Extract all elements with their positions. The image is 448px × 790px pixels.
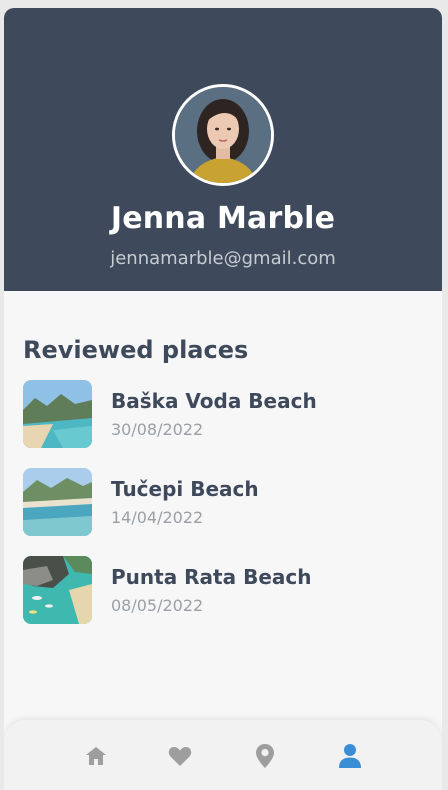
place-thumbnail [23, 556, 92, 624]
place-name: Baška Voda Beach [111, 389, 317, 413]
heart-icon [168, 746, 192, 766]
user-icon [339, 744, 361, 768]
home-icon [86, 747, 106, 765]
place-date: 14/04/2022 [111, 508, 204, 527]
profile-header: Jenna Marble jennamarble@gmail.com [4, 8, 442, 291]
location-pin-icon [256, 744, 274, 768]
section-title: Reviewed places [23, 336, 249, 364]
nav-favorites-button[interactable] [162, 738, 198, 774]
profile-name: Jenna Marble [110, 201, 336, 236]
place-name: Punta Rata Beach [111, 565, 312, 589]
profile-screen: Jenna Marble jennamarble@gmail.com Revie… [4, 8, 442, 790]
place-date: 30/08/2022 [111, 420, 204, 439]
nav-profile-button[interactable] [332, 738, 368, 774]
bottom-navigation [4, 720, 442, 790]
place-name: Tučepi Beach [111, 477, 259, 501]
nav-map-button[interactable] [247, 738, 283, 774]
list-item-place[interactable]: Tučepi Beach 14/04/2022 [23, 468, 423, 538]
place-date: 08/05/2022 [111, 596, 204, 615]
nav-home-button[interactable] [78, 738, 114, 774]
profile-email: jennamarble@gmail.com [110, 248, 336, 269]
avatar[interactable] [172, 84, 274, 186]
place-thumbnail [23, 380, 92, 448]
list-item-place[interactable]: Baška Voda Beach 30/08/2022 [23, 380, 423, 450]
list-item-place[interactable]: Punta Rata Beach 08/05/2022 [23, 556, 423, 626]
place-thumbnail [23, 468, 92, 536]
